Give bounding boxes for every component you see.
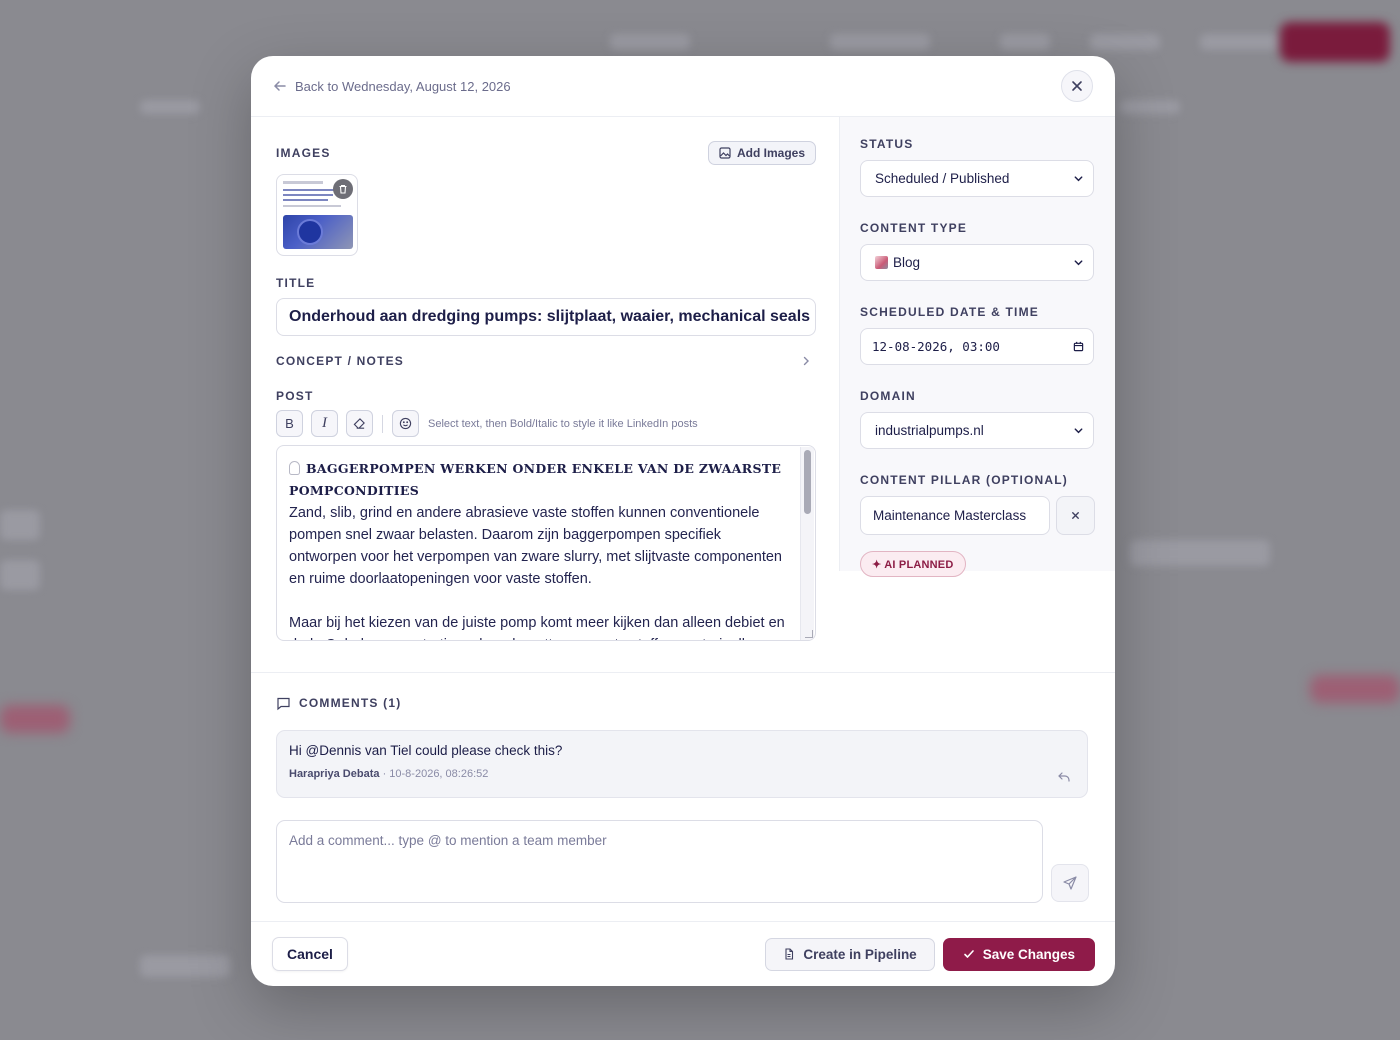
comment-icon (277, 697, 290, 710)
arrow-left-icon (273, 81, 286, 91)
pillar-label: Content Pillar (Optional) (860, 473, 1068, 487)
comment-timestamp: · 10-8-2026, 08:26:52 (382, 768, 489, 780)
comment-text: Hi @Dennis van Tiel could please check t… (289, 743, 563, 758)
settings-panel: Status Scheduled / Published Content Typ… (839, 117, 1115, 577)
comment-input[interactable]: Add a comment... type @ to mention a tea… (276, 820, 1044, 903)
cancel-button[interactable]: Cancel (272, 937, 348, 971)
resize-handle[interactable] (805, 630, 813, 638)
add-images-button[interactable]: Add Images (707, 141, 816, 165)
edit-post-modal: Back to Wednesday, August 12, 2026 Image… (251, 56, 1115, 986)
title-label: Title (276, 276, 316, 290)
save-changes-label: Save Changes (982, 946, 1075, 962)
domain-value: industrialpumps.nl (875, 423, 984, 438)
create-in-pipeline-button[interactable]: Create in Pipeline (765, 937, 935, 971)
post-editor-panel: Images Add Images Title Onderhoud (251, 117, 839, 672)
lightbulb-icon (289, 461, 300, 475)
concept-notes-toggle[interactable]: Concept / Notes (276, 354, 816, 368)
scheduled-label: Scheduled Date & Time (860, 305, 1039, 319)
modal-header: Back to Wednesday, August 12, 2026 (251, 56, 1115, 117)
bold-glyph: B (285, 416, 294, 431)
content-type-value: Blog (893, 255, 921, 270)
clear-format-button[interactable] (346, 410, 373, 437)
content-type-label: Content Type (860, 221, 968, 235)
post-paragraph: Zand, slib, grind en andere abrasieve va… (289, 505, 782, 587)
close-icon (1072, 81, 1082, 91)
eraser-icon (353, 418, 365, 429)
post-heading: BAGGERPOMPEN WERKEN ONDER ENKELE VAN DE … (289, 461, 782, 498)
ai-planned-badge: ✦ AI PLANNED (860, 551, 966, 577)
post-paragraph: Maar bij het kiezen van de juiste pomp k… (289, 615, 785, 640)
images-label: Images (276, 146, 331, 160)
italic-button[interactable]: I (311, 410, 338, 437)
check-icon (963, 950, 974, 958)
post-textarea[interactable]: BAGGERPOMPEN WERKEN ONDER ENKELE VAN DE … (276, 445, 816, 641)
pillar-input[interactable]: Maintenance Masterclass (860, 496, 1050, 535)
emoji-button[interactable] (392, 410, 419, 437)
domain-select[interactable]: industrialpumps.nl (860, 412, 1094, 449)
back-link[interactable]: Back to Wednesday, August 12, 2026 (273, 79, 511, 94)
toolbar-hint: Select text, then Bold/Italic to style i… (428, 417, 698, 430)
send-icon (1063, 876, 1077, 890)
scheduled-datetime-input[interactable]: 12-08-2026, 03:00 (860, 328, 1094, 365)
format-toolbar: B I Select text, then Bold/Italic to sty… (276, 410, 839, 437)
post-scrollbar-thumb[interactable] (804, 450, 811, 514)
delete-image-button[interactable] (333, 179, 353, 199)
italic-glyph: I (322, 415, 327, 431)
status-value: Scheduled / Published (875, 171, 1010, 186)
add-images-label: Add Images (736, 146, 805, 160)
save-changes-button[interactable]: Save Changes (942, 937, 1095, 971)
modal-footer: Cancel Create in Pipeline Save Changes (251, 921, 1115, 986)
chevron-down-icon (1074, 176, 1083, 182)
content-type-select[interactable]: Blog (860, 244, 1094, 281)
comment-item: Hi @Dennis van Tiel could please check t… (276, 730, 1088, 798)
reply-icon[interactable] (1057, 770, 1071, 784)
comments-heading: Comments (1) (299, 696, 402, 710)
bold-button[interactable]: B (276, 410, 303, 437)
close-icon (1072, 512, 1079, 519)
chevron-down-icon (1074, 428, 1083, 434)
send-comment-button[interactable] (1051, 864, 1089, 902)
status-label: Status (860, 137, 914, 151)
chevron-right-icon (803, 356, 809, 366)
clear-pillar-button[interactable] (1056, 496, 1095, 535)
status-select[interactable]: Scheduled / Published (860, 160, 1094, 197)
trash-icon (339, 184, 347, 194)
comments-section: Comments (1) Hi @Dennis van Tiel could p… (251, 672, 1115, 922)
document-icon (785, 948, 794, 960)
image-thumbnail[interactable] (276, 174, 358, 256)
concept-notes-label: Concept / Notes (276, 354, 405, 368)
calendar-icon[interactable] (1073, 341, 1084, 352)
image-icon (719, 147, 731, 159)
scheduled-value: 12-08-2026, 03:00 (872, 339, 1000, 354)
comment-author: Harapriya Debata (289, 768, 380, 780)
chevron-down-icon (1074, 260, 1083, 266)
post-label: Post (276, 389, 314, 403)
domain-label: Domain (860, 389, 916, 403)
title-input[interactable]: Onderhoud aan dredging pumps: slijtplaat… (276, 298, 816, 336)
comment-meta: Harapriya Debata · 10-8-2026, 08:26:52 (289, 768, 1075, 780)
memo-icon (875, 256, 888, 269)
create-in-pipeline-label: Create in Pipeline (803, 946, 917, 962)
smile-icon (399, 417, 412, 430)
close-button[interactable] (1061, 70, 1093, 102)
modal-body: Images Add Images Title Onderhoud (251, 117, 1115, 672)
back-link-label: Back to Wednesday, August 12, 2026 (295, 78, 511, 94)
